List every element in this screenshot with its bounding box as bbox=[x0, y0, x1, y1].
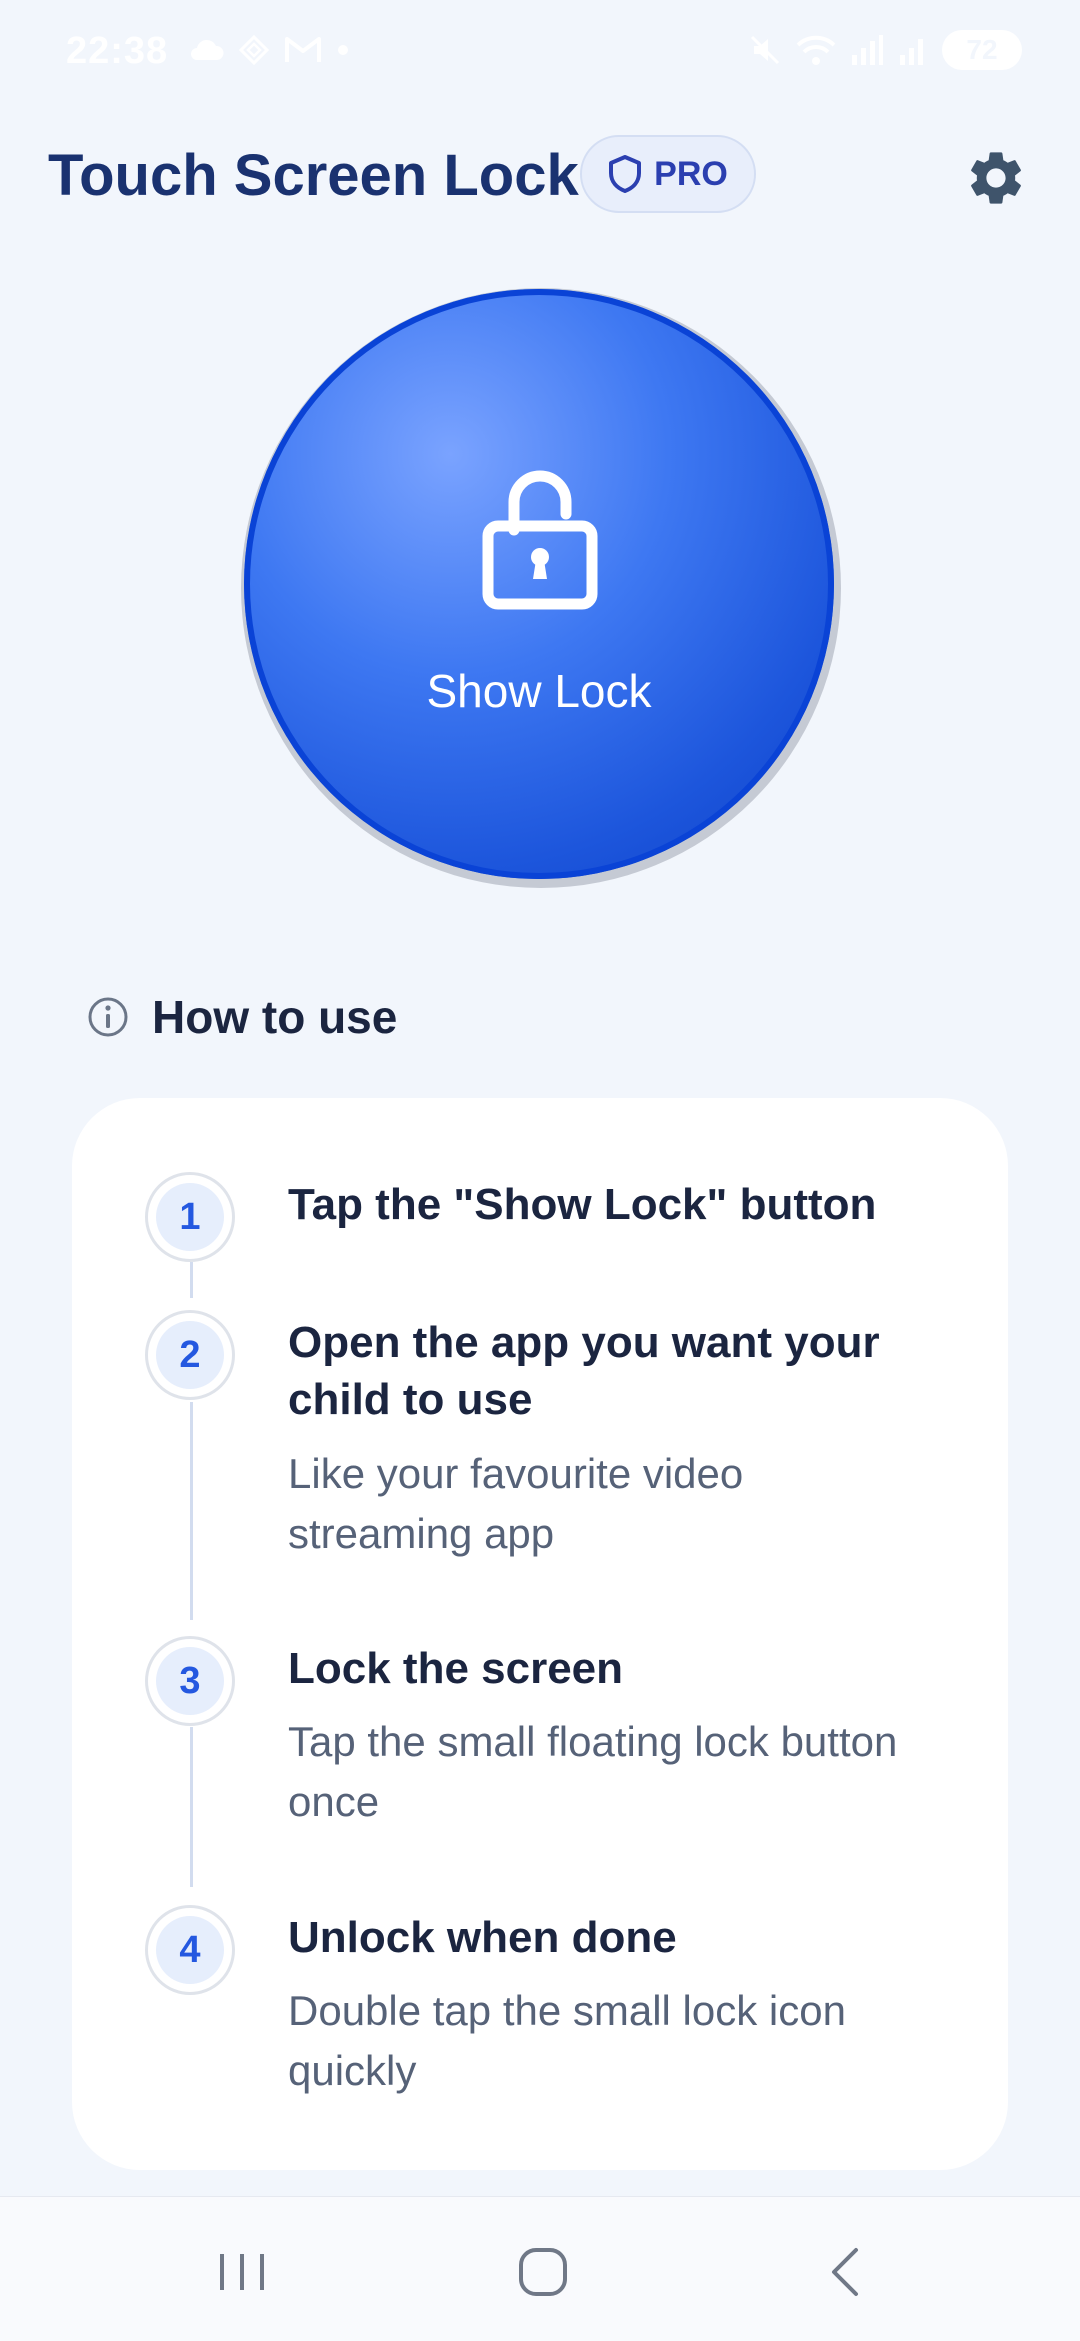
home-icon bbox=[519, 2248, 567, 2296]
status-time: 22:38 bbox=[66, 30, 169, 72]
drive-icon bbox=[238, 34, 270, 66]
step-title: Unlock when done bbox=[288, 1913, 677, 1962]
recent-apps-button[interactable] bbox=[202, 2237, 282, 2307]
info-icon bbox=[88, 997, 128, 1037]
gear-icon bbox=[971, 152, 1021, 204]
step-title: Open the app you want your child to use bbox=[288, 1318, 880, 1424]
step-title: Tap the "Show Lock" button bbox=[288, 1180, 877, 1229]
show-lock-label: Show Lock bbox=[426, 665, 652, 717]
how-to-use-title: How to use bbox=[152, 991, 398, 1043]
app-title: Touch Screen Lock bbox=[48, 143, 579, 208]
back-icon bbox=[832, 2248, 858, 2296]
pro-badge[interactable]: PRO bbox=[580, 135, 756, 213]
back-button[interactable] bbox=[806, 2237, 886, 2307]
battery-icon: 72 bbox=[942, 30, 1022, 70]
lock-open-icon bbox=[482, 470, 598, 610]
status-notification-icons bbox=[188, 34, 350, 66]
mail-icon bbox=[285, 37, 321, 62]
step-connector bbox=[190, 1727, 193, 1887]
navigation-bar bbox=[0, 2196, 1080, 2341]
step-connector bbox=[190, 1262, 193, 1298]
step-number-badge: 1 bbox=[145, 1172, 235, 1262]
shield-icon bbox=[609, 155, 642, 193]
wifi-icon bbox=[796, 35, 836, 65]
step-description: Double tap the small lock icon quickly bbox=[288, 1987, 846, 2094]
step-number-badge: 3 bbox=[145, 1636, 235, 1726]
step-description: Like your favourite video streaming app bbox=[288, 1450, 744, 1557]
step-number: 3 bbox=[156, 1647, 224, 1715]
pro-badge-label: PRO bbox=[654, 154, 728, 193]
home-button[interactable] bbox=[503, 2237, 583, 2307]
signal-icon-2 bbox=[900, 39, 923, 65]
step-number-badge: 4 bbox=[145, 1905, 235, 1995]
step-number-badge: 2 bbox=[145, 1310, 235, 1400]
step-description: Tap the small floating lock button once bbox=[288, 1718, 898, 1825]
how-to-use-header: How to use bbox=[86, 990, 397, 1044]
status-system-icons: 72 bbox=[748, 30, 1022, 70]
step-number: 1 bbox=[156, 1183, 224, 1251]
step-title: Lock the screen bbox=[288, 1644, 624, 1693]
cloud-icon bbox=[191, 39, 224, 60]
dot-icon bbox=[338, 45, 348, 55]
mute-icon bbox=[750, 35, 780, 65]
step-number: 2 bbox=[156, 1321, 224, 1389]
status-bar: 22:38 72 bbox=[0, 0, 1080, 110]
step-connector bbox=[190, 1402, 193, 1620]
settings-button[interactable] bbox=[962, 144, 1030, 212]
recent-apps-icon bbox=[220, 2254, 264, 2290]
signal-icon bbox=[852, 35, 883, 65]
step-number: 4 bbox=[156, 1916, 224, 1984]
